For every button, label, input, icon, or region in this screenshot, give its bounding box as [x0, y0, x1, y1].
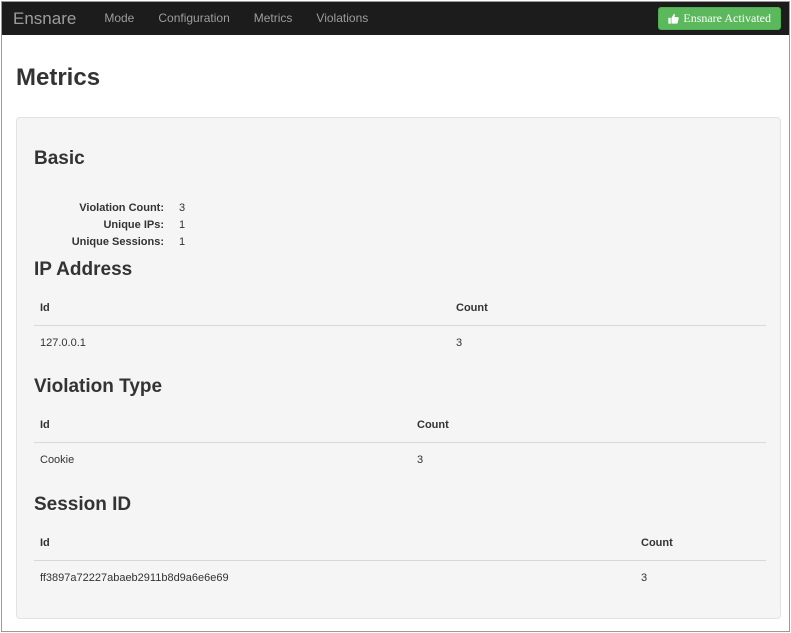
metric-value: 3	[179, 201, 186, 214]
ensnare-activated-label: Ensnare Activated	[683, 11, 771, 25]
column-header-count: Count	[456, 302, 488, 314]
page-title: Metrics	[16, 64, 101, 91]
table-row: 127.0.0.1 3	[34, 326, 766, 360]
metric-value: 1	[179, 235, 186, 248]
table-header-row: Id Count	[34, 291, 766, 326]
column-header-id: Id	[40, 302, 50, 314]
metrics-panel: Basic Violation Count: 3 Unique IPs: 1 U…	[16, 117, 781, 619]
metric-label: Violation Count:	[79, 201, 164, 214]
column-header-id: Id	[40, 537, 50, 549]
cell-count: 3	[641, 572, 648, 584]
session-id-table: Id Count ff3897a72227abaeb2911b8d9a6e6e6…	[34, 526, 766, 595]
metric-row-violation-count: Violation Count: 3	[34, 199, 185, 216]
nav-item-metrics[interactable]: Metrics	[242, 2, 305, 35]
nav-item-mode[interactable]: Mode	[92, 2, 146, 35]
violation-type-section-title: Violation Type	[34, 376, 163, 397]
cell-count: 3	[456, 337, 463, 349]
metric-row-unique-ips: Unique IPs: 1	[34, 216, 185, 233]
table-header-row: Id Count	[34, 408, 766, 443]
column-header-id: Id	[40, 419, 50, 431]
brand-link[interactable]: Ensnare	[2, 2, 92, 35]
column-header-count: Count	[641, 537, 673, 549]
metric-label: Unique IPs:	[103, 218, 164, 231]
metric-label: Unique Sessions:	[71, 235, 164, 248]
basic-section-title: Basic	[34, 148, 85, 169]
cell-id: 127.0.0.1	[40, 337, 86, 349]
table-header-row: Id Count	[34, 526, 766, 561]
ensnare-activated-button[interactable]: Ensnare Activated	[658, 7, 781, 30]
metric-value: 1	[179, 218, 186, 231]
ip-address-table: Id Count 127.0.0.1 3	[34, 291, 766, 360]
thumbs-up-icon	[668, 13, 680, 24]
column-header-count: Count	[417, 419, 449, 431]
nav-item-configuration[interactable]: Configuration	[146, 2, 241, 35]
table-row: Cookie 3	[34, 443, 766, 477]
basic-metrics-list: Violation Count: 3 Unique IPs: 1 Unique …	[34, 199, 185, 250]
nav-item-violations[interactable]: Violations	[304, 2, 380, 35]
top-navbar: Ensnare Mode Configuration Metrics Viola…	[2, 2, 789, 35]
table-row: ff3897a72227abaeb2911b8d9a6e6e69 3	[34, 561, 766, 595]
cell-id: Cookie	[40, 454, 75, 466]
browser-frame: Ensnare Mode Configuration Metrics Viola…	[1, 1, 790, 632]
cell-id: ff3897a72227abaeb2911b8d9a6e6e69	[40, 572, 229, 584]
metric-row-unique-sessions: Unique Sessions: 1	[34, 233, 185, 250]
ip-address-section-title: IP Address	[34, 259, 133, 280]
cell-count: 3	[417, 454, 424, 466]
session-id-section-title: Session ID	[34, 494, 132, 515]
violation-type-table: Id Count Cookie 3	[34, 408, 766, 477]
